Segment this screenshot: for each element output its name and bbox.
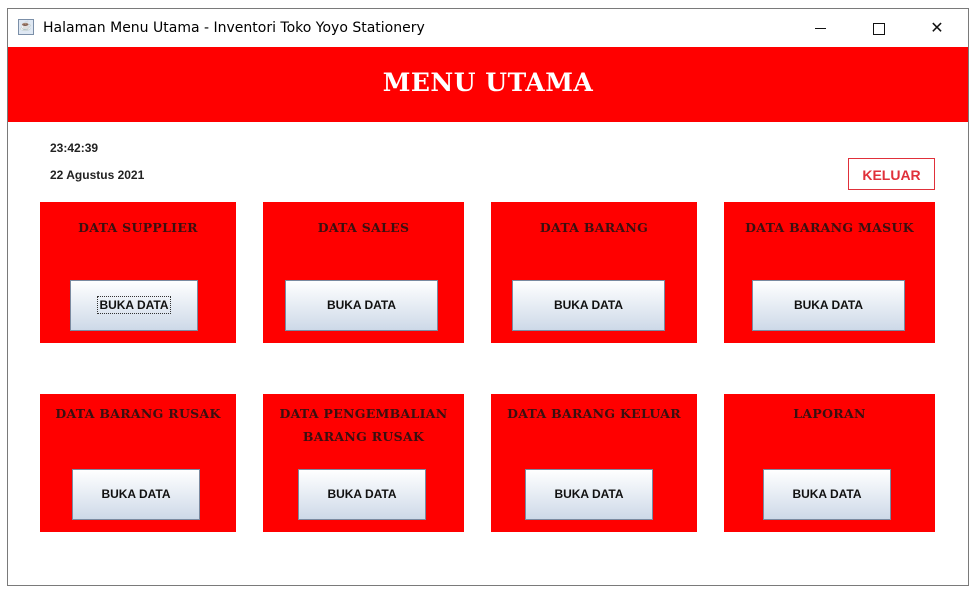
- open-laporan-button[interactable]: BUKA DATA: [763, 469, 891, 520]
- logout-button[interactable]: KELUAR: [848, 158, 935, 190]
- clock-time: 23:42:39: [50, 141, 99, 155]
- page-title: MENU UTAMA: [382, 68, 594, 97]
- window-title: Halaman Menu Utama - Inventori Toko Yoyo…: [43, 20, 425, 36]
- close-icon: ✕: [930, 18, 944, 37]
- maximize-icon: [873, 22, 885, 35]
- button-label: BUKA DATA: [326, 298, 397, 312]
- open-data-barang-rusak-button[interactable]: BUKA DATA: [72, 469, 200, 520]
- card-data-sales: DATA SALES BUKA DATA: [263, 202, 464, 343]
- card-title: DATA BARANG KELUAR: [507, 406, 681, 421]
- card-data-pengembalian-barang-rusak: DATA PENGEMBALIAN BARANG RUSAK BUKA DATA: [263, 394, 464, 532]
- card-data-barang-masuk: DATA BARANG MASUK BUKA DATA: [724, 202, 935, 343]
- java-cup-icon: ☕: [18, 19, 34, 35]
- open-data-sales-button[interactable]: BUKA DATA: [285, 280, 438, 331]
- button-label: BUKA DATA: [97, 296, 171, 314]
- card-title: DATA BARANG MASUK: [745, 220, 914, 235]
- card-data-barang-rusak: DATA BARANG RUSAK BUKA DATA: [40, 394, 236, 532]
- card-title: LAPORAN: [793, 406, 866, 421]
- card-data-barang: DATA BARANG BUKA DATA: [491, 202, 697, 343]
- button-label: BUKA DATA: [101, 487, 171, 501]
- button-label: BUKA DATA: [792, 487, 862, 501]
- card-title: DATA PENGEMBALIAN BARANG RUSAK: [279, 406, 448, 444]
- card-laporan: LAPORAN BUKA DATA: [724, 394, 935, 532]
- card-title: DATA SUPPLIER: [78, 220, 198, 235]
- minimize-icon: [814, 28, 826, 29]
- button-label: BUKA DATA: [554, 487, 624, 501]
- open-data-pengembalian-button[interactable]: BUKA DATA: [298, 469, 426, 520]
- header-banner: MENU UTAMA: [8, 47, 968, 122]
- current-date: 22 Agustus 2021: [50, 168, 145, 182]
- open-data-barang-keluar-button[interactable]: BUKA DATA: [525, 469, 653, 520]
- card-title: DATA SALES: [317, 220, 410, 235]
- maximize-button[interactable]: [856, 14, 902, 42]
- minimize-button[interactable]: [797, 14, 843, 42]
- open-data-supplier-button[interactable]: BUKA DATA: [70, 280, 198, 331]
- title-bar: ☕ Halaman Menu Utama - Inventori Toko Yo…: [8, 9, 968, 47]
- card-data-barang-keluar: DATA BARANG KELUAR BUKA DATA: [491, 394, 697, 532]
- card-title: DATA BARANG RUSAK: [55, 406, 221, 421]
- open-data-barang-masuk-button[interactable]: BUKA DATA: [752, 280, 905, 331]
- button-label: BUKA DATA: [793, 298, 864, 312]
- close-button[interactable]: ✕: [914, 14, 960, 42]
- app-window: ☕ Halaman Menu Utama - Inventori Toko Yo…: [7, 8, 969, 586]
- card-data-supplier: DATA SUPPLIER BUKA DATA: [40, 202, 236, 343]
- button-label: BUKA DATA: [553, 298, 624, 312]
- card-title: DATA BARANG: [539, 220, 649, 235]
- button-label: BUKA DATA: [327, 487, 397, 501]
- open-data-barang-button[interactable]: BUKA DATA: [512, 280, 665, 331]
